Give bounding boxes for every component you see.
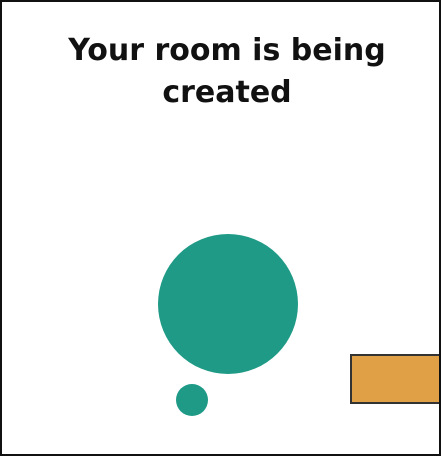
- title-line-1: Your room is being: [68, 33, 386, 68]
- room-creation-dialog: Your room is being created: [0, 0, 441, 456]
- page-title: Your room is being created: [32, 30, 422, 114]
- loading-dot-large-icon: [158, 234, 298, 374]
- title-line-2: created: [162, 75, 292, 110]
- loading-dot-small-icon: [176, 384, 208, 416]
- accent-block: [350, 354, 439, 404]
